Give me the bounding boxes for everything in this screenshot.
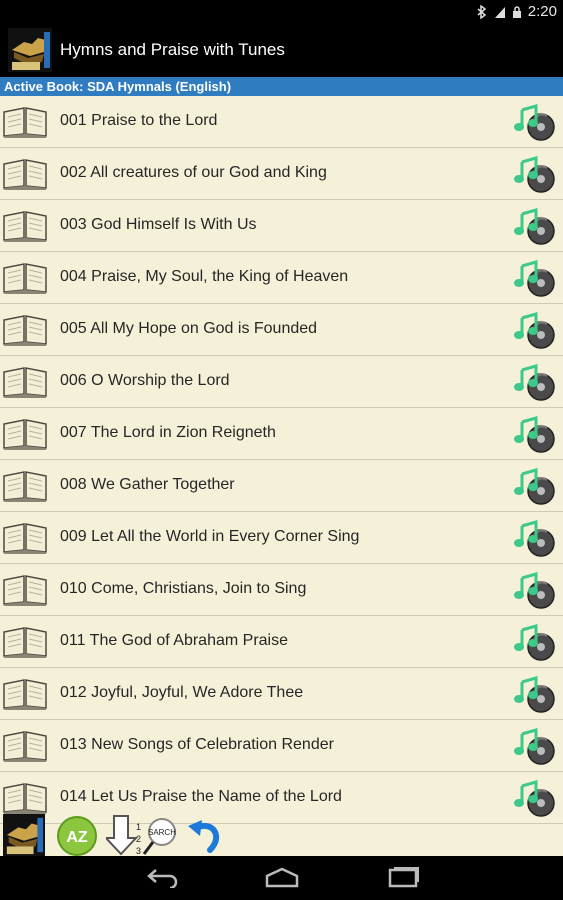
play-tune-icon[interactable] bbox=[514, 778, 558, 818]
hymn-title: 001 Praise to the Lord bbox=[60, 112, 218, 129]
hymn-title: 012 Joyful, Joyful, We Adore Thee bbox=[60, 684, 304, 701]
play-tune-icon[interactable] bbox=[514, 674, 558, 714]
hymn-title: 004 Praise, My Soul, the King of Heaven bbox=[60, 268, 349, 285]
search-button[interactable]: SARCH bbox=[140, 816, 184, 856]
hymn-row[interactable]: 009 Let All the World in Every Corner Si… bbox=[0, 512, 563, 564]
open-book-icon bbox=[2, 104, 48, 138]
app-logo-small-icon[interactable] bbox=[3, 814, 45, 856]
home-icon[interactable] bbox=[264, 866, 300, 893]
hymn-row[interactable]: 005 All My Hope on God is Founded bbox=[0, 304, 563, 356]
bottom-toolbar: AZ 1 2 3 SARCH bbox=[0, 814, 230, 858]
status-bar: 2:20 bbox=[0, 0, 563, 24]
active-book-banner: Active Book: SDA Hymnals (English) bbox=[0, 77, 563, 96]
app-logo-icon[interactable] bbox=[8, 28, 52, 72]
play-tune-icon[interactable] bbox=[514, 518, 558, 558]
play-tune-icon[interactable] bbox=[514, 466, 558, 506]
play-tune-icon[interactable] bbox=[514, 310, 558, 350]
undo-button[interactable] bbox=[186, 816, 226, 856]
open-book-icon bbox=[2, 676, 48, 710]
open-book-icon bbox=[2, 520, 48, 554]
hymn-row[interactable]: 011 The God of Abraham Praise bbox=[0, 616, 563, 668]
open-book-icon bbox=[2, 364, 48, 398]
hymn-title: 008 We Gather Together bbox=[60, 476, 235, 493]
hymn-title: 013 New Songs of Celebration Render bbox=[60, 736, 334, 753]
hymn-row[interactable]: 001 Praise to the Lord bbox=[0, 96, 563, 148]
hymn-title: 002 All creatures of our God and King bbox=[60, 164, 327, 181]
play-tune-icon[interactable] bbox=[514, 206, 558, 246]
navigation-bar bbox=[0, 856, 563, 900]
status-time: 2:20 bbox=[527, 3, 557, 20]
hymn-title: 009 Let All the World in Every Corner Si… bbox=[60, 528, 360, 545]
hymn-row[interactable]: 007 The Lord in Zion Reigneth bbox=[0, 408, 563, 460]
hymn-row[interactable]: 012 Joyful, Joyful, We Adore Thee bbox=[0, 668, 563, 720]
recent-apps-icon[interactable] bbox=[386, 866, 420, 893]
hymn-row[interactable]: 008 We Gather Together bbox=[0, 460, 563, 512]
hymn-row[interactable]: 013 New Songs of Celebration Render bbox=[0, 720, 563, 772]
back-icon[interactable] bbox=[146, 866, 180, 893]
open-book-icon bbox=[2, 416, 48, 450]
svg-text:SARCH: SARCH bbox=[148, 828, 176, 837]
play-tune-icon[interactable] bbox=[514, 414, 558, 454]
play-tune-icon[interactable] bbox=[514, 622, 558, 662]
hymn-row[interactable]: 010 Come, Christians, Join to Sing bbox=[0, 564, 563, 616]
hymn-title: 006 O Worship the Lord bbox=[60, 372, 230, 389]
action-bar: Hymns and Praise with Tunes bbox=[0, 24, 563, 76]
hymn-title: 003 God Himself Is With Us bbox=[60, 216, 257, 233]
sort-az-button[interactable]: AZ bbox=[56, 816, 98, 856]
open-book-icon bbox=[2, 156, 48, 190]
hymn-row[interactable]: 003 God Himself Is With Us bbox=[0, 200, 563, 252]
hymn-row[interactable]: 002 All creatures of our God and King bbox=[0, 148, 563, 200]
hymn-row[interactable]: 004 Praise, My Soul, the King of Heaven bbox=[0, 252, 563, 304]
open-book-icon bbox=[2, 572, 48, 606]
play-tune-icon[interactable] bbox=[514, 362, 558, 402]
lock-icon bbox=[512, 5, 522, 19]
signal-icon bbox=[494, 5, 506, 19]
hymn-row[interactable]: 006 O Worship the Lord bbox=[0, 356, 563, 408]
play-tune-icon[interactable] bbox=[514, 258, 558, 298]
hymn-title: 007 The Lord in Zion Reigneth bbox=[60, 424, 276, 441]
bluetooth-icon bbox=[476, 4, 488, 19]
hymn-title: 011 The God of Abraham Praise bbox=[60, 632, 288, 649]
open-book-icon bbox=[2, 312, 48, 346]
open-book-icon bbox=[2, 728, 48, 762]
hymn-title: 005 All My Hope on God is Founded bbox=[60, 320, 318, 337]
open-book-icon bbox=[2, 468, 48, 502]
svg-text:AZ: AZ bbox=[66, 829, 88, 846]
hymn-title: 014 Let Us Praise the Name of the Lord bbox=[60, 788, 342, 805]
open-book-icon bbox=[2, 780, 48, 814]
hymn-title: 010 Come, Christians, Join to Sing bbox=[60, 580, 307, 597]
play-tune-icon[interactable] bbox=[514, 570, 558, 610]
open-book-icon bbox=[2, 624, 48, 658]
hymn-list[interactable]: 001 Praise to the Lord 002 All creatures … bbox=[0, 96, 563, 856]
open-book-icon bbox=[2, 260, 48, 294]
play-tune-icon[interactable] bbox=[514, 102, 558, 142]
play-tune-icon[interactable] bbox=[514, 726, 558, 766]
open-book-icon bbox=[2, 208, 48, 242]
play-tune-icon[interactable] bbox=[514, 154, 558, 194]
app-title: Hymns and Praise with Tunes bbox=[60, 40, 285, 59]
